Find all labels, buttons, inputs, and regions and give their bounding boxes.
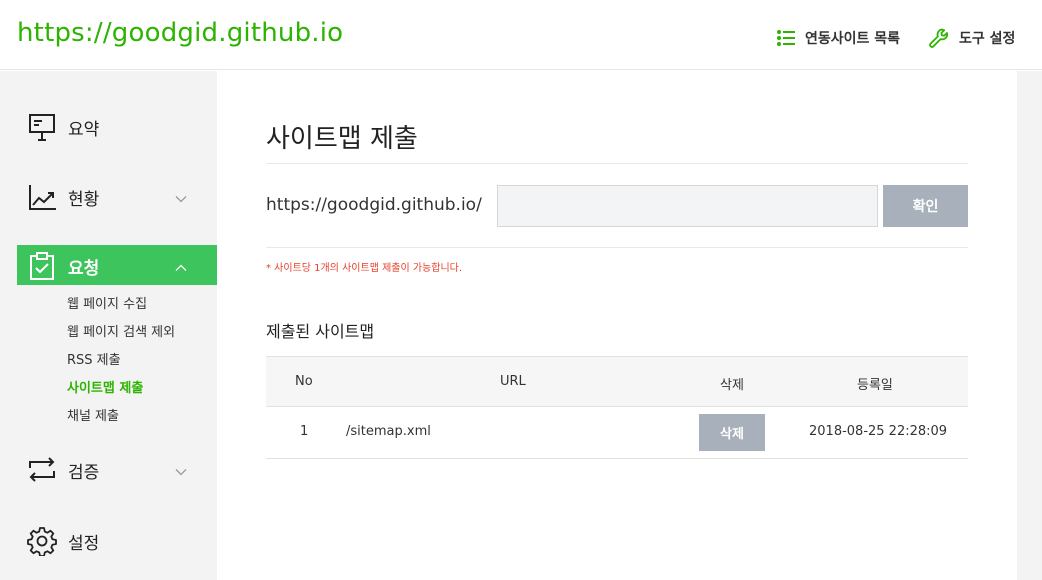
sidebar: 요약 현황 요청 웹 페이지 수집 웹 페이지 검색 제외 RSS 제출 사이트… <box>0 71 217 580</box>
chevron-down-icon[interactable] <box>175 190 187 203</box>
tool-settings-label: 도구 설정 <box>959 31 1016 47</box>
sidebar-item-label: 요청 <box>68 259 100 279</box>
column-header-no: No <box>295 374 313 389</box>
linked-sites-label: 연동사이트 목록 <box>805 31 901 47</box>
submenu-web-page-collect[interactable]: 웹 페이지 수집 <box>67 293 147 312</box>
sidebar-item-label: 요약 <box>68 120 100 140</box>
list-icon <box>776 29 796 47</box>
table-row: 1 /sitemap.xml 삭제 2018-08-25 22:28:09 <box>266 407 968 459</box>
row-registered-date: 2018-08-25 22:28:09 <box>809 424 948 439</box>
column-header-url: URL <box>500 374 526 389</box>
sidebar-item-settings[interactable]: 설정 <box>17 520 217 560</box>
column-header-delete: 삭제 <box>720 378 744 393</box>
sidebar-item-summary[interactable]: 요약 <box>17 106 217 146</box>
divider <box>266 163 968 164</box>
clipboard-check-icon <box>27 251 57 281</box>
submitted-sitemaps-title: 제출된 사이트맵 <box>266 322 375 341</box>
url-prefix: https://goodgid.github.io/ <box>266 195 482 215</box>
submenu-sitemap-submit[interactable]: 사이트맵 제출 <box>67 377 143 396</box>
submenu-rss-submit[interactable]: RSS 제출 <box>67 349 121 368</box>
chevron-down-icon[interactable] <box>175 463 187 476</box>
row-url: /sitemap.xml <box>346 424 431 439</box>
sidebar-item-label: 현황 <box>68 190 100 210</box>
tool-settings-link[interactable]: 도구 설정 <box>928 26 1015 50</box>
wrench-icon <box>928 27 950 49</box>
top-bar: https://goodgid.github.io 연동사이트 목록 도구 설정 <box>0 0 1042 70</box>
confirm-button[interactable]: 확인 <box>883 185 968 227</box>
table-header: No URL 삭제 등록일 <box>266 356 968 407</box>
right-gutter <box>1017 71 1042 580</box>
delete-button[interactable]: 삭제 <box>699 414 765 451</box>
column-header-registered-date: 등록일 <box>857 378 893 393</box>
linked-sites-link[interactable]: 연동사이트 목록 <box>776 26 900 50</box>
row-no: 1 <box>300 424 309 439</box>
divider <box>266 247 968 248</box>
page-title: 사이트맵 제출 <box>266 124 418 154</box>
sidebar-item-label: 검증 <box>68 463 100 483</box>
sidebar-item-request[interactable]: 요청 <box>17 245 217 285</box>
chevron-up-icon[interactable] <box>175 259 187 271</box>
submenu-web-page-exclude[interactable]: 웹 페이지 검색 제외 <box>67 321 175 340</box>
gear-icon <box>27 526 57 557</box>
site-title[interactable]: https://goodgid.github.io <box>17 18 343 48</box>
sidebar-item-status[interactable]: 현황 <box>17 176 217 216</box>
sitemap-path-input[interactable] <box>497 185 878 227</box>
sidebar-item-verify[interactable]: 검증 <box>17 449 217 489</box>
line-chart-icon <box>27 182 57 212</box>
submenu-channel-submit[interactable]: 채널 제출 <box>67 405 119 424</box>
presentation-board-icon <box>27 112 57 142</box>
main-content: 사이트맵 제출 https://goodgid.github.io/ 확인 * … <box>217 71 1017 580</box>
submission-notice: * 사이트당 1개의 사이트맵 제출이 가능합니다. <box>266 263 463 274</box>
sidebar-item-label: 설정 <box>68 534 100 554</box>
sync-arrows-icon <box>27 455 57 485</box>
